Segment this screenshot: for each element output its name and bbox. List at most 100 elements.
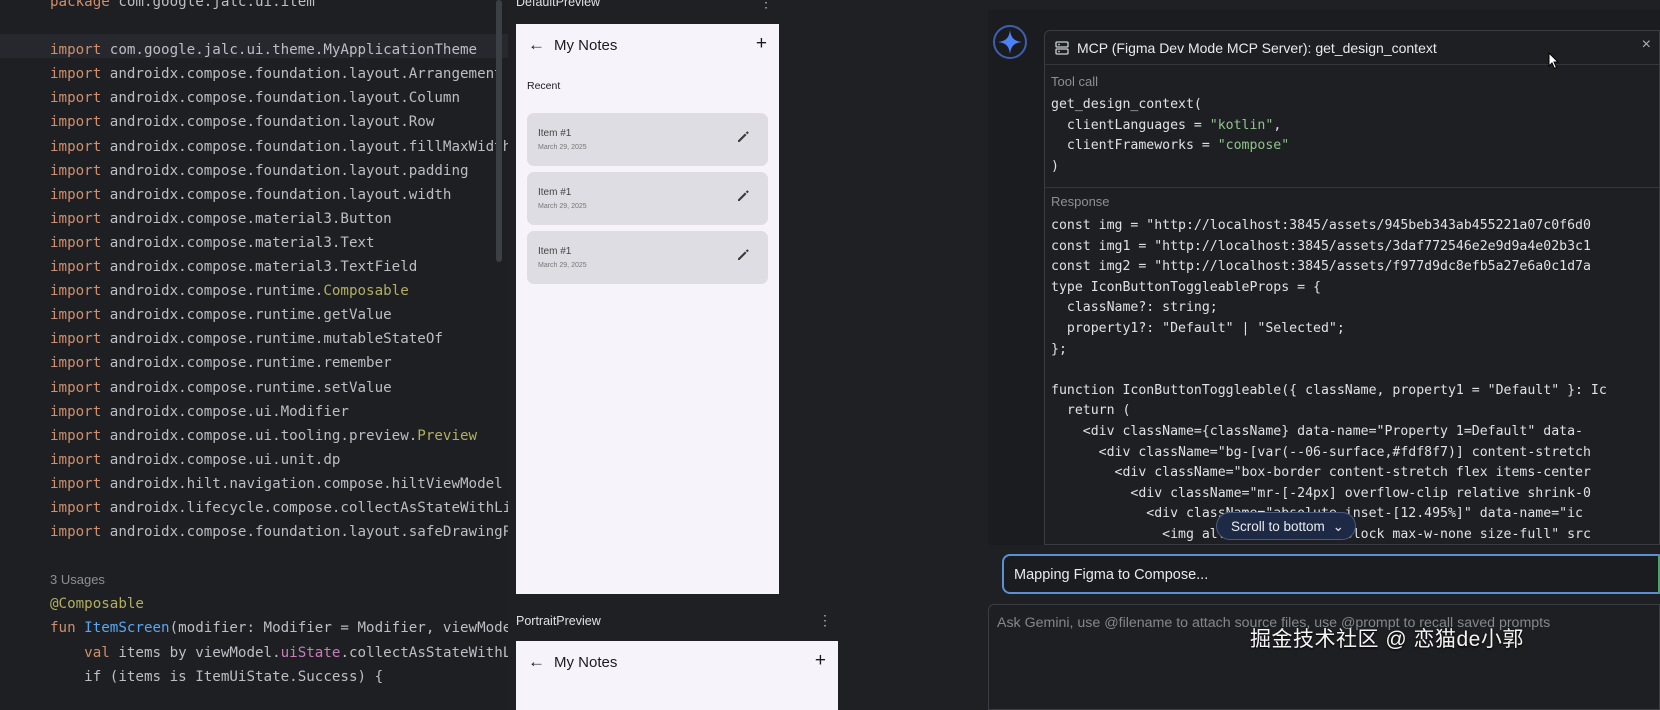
code-token: androidx.compose.material3.TextField [109,259,418,276]
code-line: const img = "http://localhost:3845/asset… [1051,218,1591,233]
code-token: collectAsStateWithLifecycle [348,644,508,661]
note-card[interactable]: Item #1 March 29, 2025 [527,231,768,284]
code-token: import [50,427,110,444]
watermark: 掘金技术社区 @ 恋猫de小郭 [1250,628,1524,651]
editor-scrollbar[interactable] [496,0,502,262]
code-line: import androidx.compose.ui.unit.dp [50,448,508,472]
code-line: import androidx.compose.material3.TextFi… [50,255,508,279]
code-token: import [50,138,110,155]
add-icon[interactable]: + [756,33,767,55]
code-token: androidx.compose.runtime. [109,283,324,300]
code-token: androidx.compose.runtime.getValue [109,307,392,324]
code-token: fun [50,620,85,637]
code-editor[interactable]: package com.google.jalc.ui.item import co… [0,0,508,710]
code-line: import androidx.compose.ui.Modifier [50,400,508,424]
code-token: androidx.compose.foundation.layout.Row [109,114,435,131]
code-line: import androidx.lifecycle.compose.collec… [50,496,508,520]
line-gutter [0,0,46,710]
code-token: 3 Usages [50,572,105,588]
code-line: const img2 = "http://localhost:3845/asse… [1051,259,1591,275]
code-token: import [50,114,110,131]
note-card[interactable]: Item #1 March 29, 2025 [527,172,768,225]
code-token: if (items is ItemUiState.Success) { [50,668,384,685]
code-token: import [50,403,110,420]
code-line: @Composable [50,592,508,616]
note-date: March 29, 2025 [538,144,587,151]
add-icon[interactable]: + [815,650,826,672]
code-line: }; [1051,341,1067,357]
code-token: import [50,234,110,251]
code-text[interactable]: package com.google.jalc.ui.item import co… [50,0,508,689]
close-icon[interactable]: × [1642,36,1651,54]
portrait-preview-menu-icon[interactable]: ⋮ [818,612,832,629]
back-arrow-icon[interactable]: ← [528,652,545,672]
mouse-cursor-icon [1548,52,1560,70]
default-preview-screen[interactable]: ← My Notes + Recent Item #1 March 29, 202… [516,24,779,594]
code-token: import [50,379,110,396]
note-title: Item #1 [538,246,572,257]
code-token: "compose" [1217,138,1290,154]
code-token: @Composable [50,596,144,613]
code-token: import [50,307,110,324]
tool-call-card: MCP (Figma Dev Mode MCP Server): get_des… [1044,30,1660,545]
section-header: Recent [527,80,561,92]
code-token: ItemScreen [84,620,170,637]
code-token: com.google.jalc.ui.item [118,0,315,10]
back-arrow-icon[interactable]: ← [528,35,545,55]
code-token: androidx.compose.material3.Button [109,210,392,227]
scroll-button-label: Scroll to bottom [1231,519,1325,534]
code-line: <div className="bg-[var(--06-surface,#fd… [1051,444,1591,460]
code-token: androidx.compose.foundation.layout.paddi… [109,162,469,179]
prompt-input-container[interactable] [988,604,1660,710]
code-line: const img1 = "http://localhost:3845/asse… [1051,238,1591,254]
default-preview-menu-icon[interactable]: ⋮ [759,0,773,11]
code-line: <div className={className} data-name="Pr… [1051,423,1583,439]
tool-card-header: MCP (Figma Dev Mode MCP Server): get_des… [1045,31,1659,65]
note-date: March 29, 2025 [538,262,587,269]
code-token: com.google.jalc.ui.theme.MyApplicationTh… [109,42,478,59]
note-card[interactable]: Item #1 March 29, 2025 [527,113,768,166]
code-token: androidx.compose.ui.unit.dp [109,451,341,468]
code-line: import androidx.compose.foundation.layou… [50,86,508,110]
code-token: androidx.compose.runtime.remember [109,355,392,372]
portrait-preview-screen[interactable]: ← My Notes + [516,641,838,710]
code-line: function IconButtonToggleable({ classNam… [1051,382,1607,398]
code-line: import androidx.compose.foundation.layou… [50,62,508,86]
code-line: import androidx.hilt.navigation.compose.… [50,472,508,496]
edit-pencil-icon[interactable] [736,189,750,203]
code-token: import [50,186,110,203]
code-token: Composable [323,283,409,300]
top-app-bar: ← My Notes + [516,641,838,685]
status-text: Mapping Figma to Compose... [1014,567,1209,583]
code-line: import androidx.compose.runtime.setValue [50,376,508,400]
code-line: <div className="box-border content-stret… [1051,465,1591,481]
edit-pencil-icon[interactable] [736,130,750,144]
code-token: val [50,644,119,661]
gemini-avatar-icon [993,25,1027,59]
divider [1045,187,1659,188]
code-token: import [50,451,110,468]
status-indicator: Mapping Figma to Compose... [1002,554,1660,594]
code-line: import androidx.compose.foundation.layou… [50,110,508,134]
note-title: Item #1 [538,128,572,139]
code-token: import [50,162,110,179]
code-token: import [50,283,110,300]
code-token: androidx.compose.runtime.mutableStateOf [109,331,443,348]
code-line: className?: string; [1051,300,1218,316]
scroll-to-bottom-button[interactable]: Scroll to bottom ⌄ [1216,512,1356,540]
code-line: import androidx.compose.foundation.layou… [50,135,508,159]
tool-call-label: Tool call [1051,74,1098,89]
response-code: const img = "http://localhost:3845/asset… [1051,216,1607,544]
code-token: import [50,259,110,276]
top-app-bar: ← My Notes + [516,24,779,68]
code-token: import [50,524,110,541]
code-line: import androidx.compose.runtime.mutableS… [50,327,508,351]
code-line: fun ItemScreen(modifier: Modifier = Modi… [50,616,508,640]
code-line: ) [1051,157,1289,178]
code-line: import androidx.compose.ui.tooling.previ… [50,424,508,448]
note-title: Item #1 [538,187,572,198]
code-line: val items by viewModel.uiState.collectAs… [50,641,508,665]
edit-pencil-icon[interactable] [736,248,750,262]
code-token: androidx.compose.foundation.layout.Arran… [109,66,503,83]
code-token: androidx.compose.foundation.layout.safeD… [109,524,508,541]
